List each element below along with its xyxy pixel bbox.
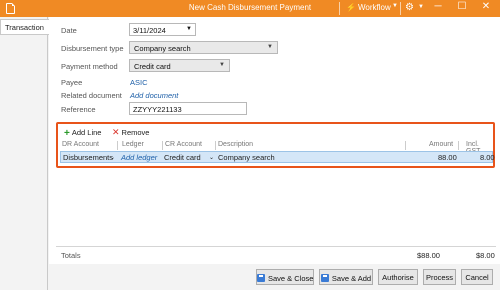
column-divider[interactable] [117,141,118,150]
save-close-label: Save & Close [268,274,314,283]
chevron-down-icon[interactable]: ⌄ [209,154,214,161]
gear-icon[interactable]: ⚙ [405,2,414,13]
add-line-button[interactable]: + Add Line [64,127,102,139]
column-header-dr-account[interactable]: DR Account [62,141,99,148]
column-divider[interactable] [458,141,459,150]
payment-method-select[interactable]: Credit card ▼ [129,59,230,72]
disbursement-type-value: Company search [134,44,191,53]
close-button[interactable]: ✕ [479,1,493,12]
chevron-down-icon[interactable]: ▼ [392,3,398,9]
cancel-button[interactable]: Cancel [461,269,493,285]
remove-label: Remove [121,128,150,137]
payee-label: Payee [61,78,83,87]
reference-input[interactable]: ZZYYY221133 [129,102,247,115]
column-header-amount[interactable]: Amount [429,141,453,148]
cell-amount[interactable]: 88.00 [438,153,457,162]
window-title: New Cash Disbursement Payment [188,3,312,12]
workflow-button[interactable]: ⚡ Workflow [346,3,391,12]
totals-amount: $88.00 [417,251,440,260]
date-value: 3/11/2024 [133,26,166,35]
authorise-button[interactable]: Authorise [378,269,418,285]
title-separator [400,2,401,15]
table-row[interactable]: Disbursements ⌄ Add ledger Credit card ⌄… [60,151,495,163]
chevron-down-icon: ▼ [267,44,273,50]
grid-header: DR Account Ledger CR Account Description… [60,141,493,155]
chevron-down-icon: ▼ [219,62,225,68]
totals-label: Totals [61,251,81,260]
totals-divider [56,246,496,247]
save-add-label: Save & Add [331,274,372,283]
add-ledger-link[interactable]: Add ledger [121,153,157,162]
cell-description[interactable]: Company search [218,153,275,162]
save-icon [257,274,265,282]
date-picker[interactable]: 3/11/2024 ▼ [129,23,196,36]
save-close-button[interactable]: Save & Close [256,269,314,285]
column-header-ledger[interactable]: Ledger [122,141,144,148]
remove-icon: ✕ [112,127,120,137]
disbursement-type-label: Disbursement type [61,44,124,53]
reference-label: Reference [61,105,96,114]
tab-transaction[interactable]: Transaction [0,19,49,35]
cell-cr-account[interactable]: Credit card [164,153,201,162]
minimize-button[interactable]: ─ [431,1,445,12]
workflow-icon: ⚡ [346,3,356,12]
payment-method-label: Payment method [61,62,118,71]
column-divider[interactable] [162,141,163,150]
column-header-description[interactable]: Description [218,141,253,148]
chevron-down-icon[interactable]: ▼ [418,4,424,10]
save-icon [320,274,329,282]
tab-strip [0,17,48,290]
add-document-link[interactable]: Add document [130,91,178,100]
date-label: Date [61,26,77,35]
payee-link[interactable]: ASIC [130,78,148,87]
column-divider[interactable] [405,141,406,150]
cell-dr-account[interactable]: Disbursements [63,153,113,162]
totals-gst: $8.00 [476,251,495,260]
disbursement-type-select[interactable]: Company search ▼ [129,41,278,54]
reference-value: ZZYYY221133 [133,105,182,114]
column-header-cr-account[interactable]: CR Account [165,141,202,148]
calendar-dropdown-icon[interactable]: ▼ [186,26,192,32]
chevron-down-icon[interactable]: ⌄ [110,154,115,161]
title-bar: New Cash Disbursement Payment ⚡ Workflow … [0,0,500,17]
remove-button[interactable]: ✕ Remove [112,127,149,138]
payment-method-value: Credit card [134,62,171,71]
workflow-label: Workflow [357,3,391,12]
line-items-grid: + Add Line ✕ Remove DR Account Ledger CR A… [56,122,495,168]
save-add-button[interactable]: Save & Add [319,269,373,285]
maximize-button[interactable]: ☐ [455,1,469,12]
add-line-label: Add Line [71,128,102,137]
process-button[interactable]: Process [423,269,456,285]
plus-icon: + [64,128,70,139]
title-separator [339,2,340,15]
column-divider[interactable] [215,141,216,150]
related-document-label: Related document [61,91,122,100]
cell-incl-gst[interactable]: 8.00 [480,153,495,162]
